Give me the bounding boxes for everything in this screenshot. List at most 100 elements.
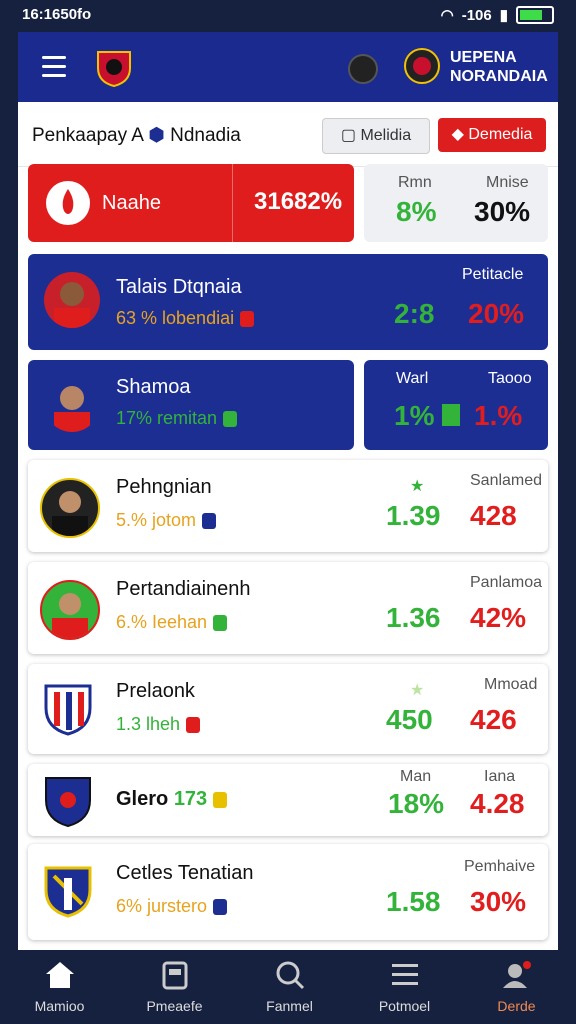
brand-line2: NORANDAIA (450, 68, 548, 85)
item-header-1: Man (400, 768, 432, 785)
club-mini-icon (186, 717, 201, 734)
list-item[interactable]: Pehngnian 5.% jotom ★ Sanlamed 1.39 428 (28, 460, 548, 552)
tab-list[interactable]: Potmoel (347, 952, 462, 1024)
team-badge-icon (404, 48, 440, 84)
profile-icon (503, 961, 531, 988)
club-mini-icon (213, 899, 228, 916)
item-name: Pehngnian (116, 476, 212, 498)
player-sub: 17% remitan (116, 408, 238, 429)
player-avatar (40, 478, 100, 538)
player-card[interactable]: Talais Dtqnaia 63 % lobendiai Petitacle … (28, 254, 548, 350)
item-value-2: 42% (470, 602, 527, 633)
player-name: Shamoa (116, 376, 191, 398)
player-card[interactable]: Shamoa 17% remitan (28, 360, 354, 450)
item-sub: 6.% Ieehan (116, 612, 228, 633)
shield-icon: ⬢ (148, 125, 165, 146)
stat-label-1: Warl (396, 370, 429, 387)
app-header: UEPENA NORANDAIA (18, 32, 558, 102)
tab-label: Mamioo (34, 998, 85, 1014)
bottom-navigation: Mamioo Pmeaefe Fanmel Potmoel Derde (0, 952, 576, 1024)
item-sub: 5.% jotom (116, 510, 217, 531)
item-value-1: 450 (386, 704, 433, 735)
signal-icon: ▮ (499, 7, 508, 24)
item-value-1: 1.36 (386, 602, 441, 633)
red-button-label: Demedia (468, 126, 533, 143)
player-sub: 63 % lobendiai (116, 308, 255, 329)
player-header: Petitacle (462, 266, 524, 283)
item-header: Pemhaive (464, 858, 536, 875)
calendar-icon (162, 961, 188, 990)
stat-label-1: Rmn (398, 174, 432, 191)
filter-grey-button[interactable]: ▢ Melidia (322, 118, 430, 154)
star-icon: ★ (410, 478, 425, 495)
club-mini-icon (213, 615, 228, 632)
grey-button-label: Melidia (360, 127, 412, 144)
item-value-2: 428 (470, 500, 517, 531)
player-avatar (40, 580, 100, 640)
item-value-2: 4.28 (470, 788, 525, 819)
player-name: Talais Dtqnaia (116, 276, 242, 298)
item-name: Pertandiainenh (116, 578, 251, 600)
team-shield-icon (44, 684, 92, 736)
brand-title: UEPENA NORANDAIA (450, 48, 548, 86)
club-crest-icon (97, 51, 131, 88)
highlight-stats: Rmn Mnise 8% 30% (364, 164, 548, 242)
chat-icon: ▢ (340, 127, 356, 144)
home-icon (46, 962, 74, 988)
list-item[interactable]: Glero 173 Man Iana 18% 4.28 (28, 764, 548, 836)
player-value-2: 20% (468, 298, 525, 329)
highlight-value: 31682% (254, 188, 343, 215)
tab-home[interactable]: Mamioo (2, 952, 117, 1024)
star-icon: ★ (410, 682, 425, 699)
team-shield-icon (45, 777, 91, 828)
tab-matches[interactable]: Pmeaefe (117, 952, 232, 1024)
item-sub: 6% jurstero (116, 896, 228, 917)
list-item[interactable]: Cetles Tenatian 6% jurstero Pemhaive 1.5… (28, 844, 548, 940)
player-value-1: 2:8 (394, 298, 435, 329)
signal-text: -106 (461, 6, 492, 24)
tab-label: Pmeaefe (146, 998, 203, 1014)
tab-label: Potmoel (378, 998, 431, 1014)
player-avatar (44, 272, 100, 328)
tag-icon: ◆ (451, 126, 464, 143)
item-value-1: 1.58 (386, 886, 441, 917)
tab-label: Derde (497, 998, 536, 1014)
app-screen: UEPENA NORANDAIA Penkaapay A ⬢ Ndnadia ▢… (18, 32, 558, 950)
club-mini-icon (223, 411, 238, 428)
item-sub: 1.3 lheh (116, 714, 201, 735)
flame-icon (46, 181, 90, 225)
item-header: Mmoad (484, 676, 538, 693)
club-mini-icon (202, 513, 217, 530)
player-stats: Warl Taooo 1% 1.% (364, 360, 548, 450)
stat-value-2: 30% (474, 196, 531, 227)
item-value-2: 426 (470, 704, 517, 735)
stat-value-1: 1% (394, 400, 435, 431)
filter-red-button[interactable]: ◆ Demedia (438, 118, 546, 152)
highlight-card[interactable]: Naahe 31682% (28, 164, 354, 242)
league-selector[interactable]: Penkaapay A ⬢ Ndnadia (32, 124, 241, 147)
filter-bar: Penkaapay A ⬢ Ndnadia ▢ Melidia ◆ Demedi… (18, 102, 558, 167)
item-header: Panlamoa (470, 574, 543, 591)
item-name: Prelaonk (116, 680, 195, 702)
stat-value-1: 8% (396, 196, 437, 227)
tab-profile[interactable]: Derde (459, 952, 574, 1024)
highlight-label: Naahe (102, 192, 161, 214)
tab-label: Fanmel (266, 998, 313, 1014)
club-mini-icon (213, 791, 228, 808)
wifi-icon: ◠ (440, 7, 454, 24)
list-item[interactable]: Pertandiainenh 6.% Ieehan Panlamoa 1.36 … (28, 562, 548, 654)
tab-search[interactable]: Fanmel (232, 952, 347, 1024)
team-shield-icon (44, 866, 92, 918)
list-icon (392, 964, 418, 985)
item-value-1: 18% (388, 788, 445, 819)
league-title: Penkaapay A (32, 125, 143, 146)
search-icon (276, 961, 305, 990)
item-value-2: 30% (470, 886, 527, 917)
hamburger-menu-icon[interactable] (42, 56, 66, 77)
bar-icon (442, 404, 460, 426)
item-header-2: Iana (484, 768, 516, 785)
brand-line1: UEPENA (450, 49, 517, 66)
list-item[interactable]: Prelaonk 1.3 lheh ★ Mmoad 450 426 (28, 664, 548, 754)
clock: 16:1650fo (22, 6, 92, 23)
football-icon[interactable] (348, 54, 378, 84)
